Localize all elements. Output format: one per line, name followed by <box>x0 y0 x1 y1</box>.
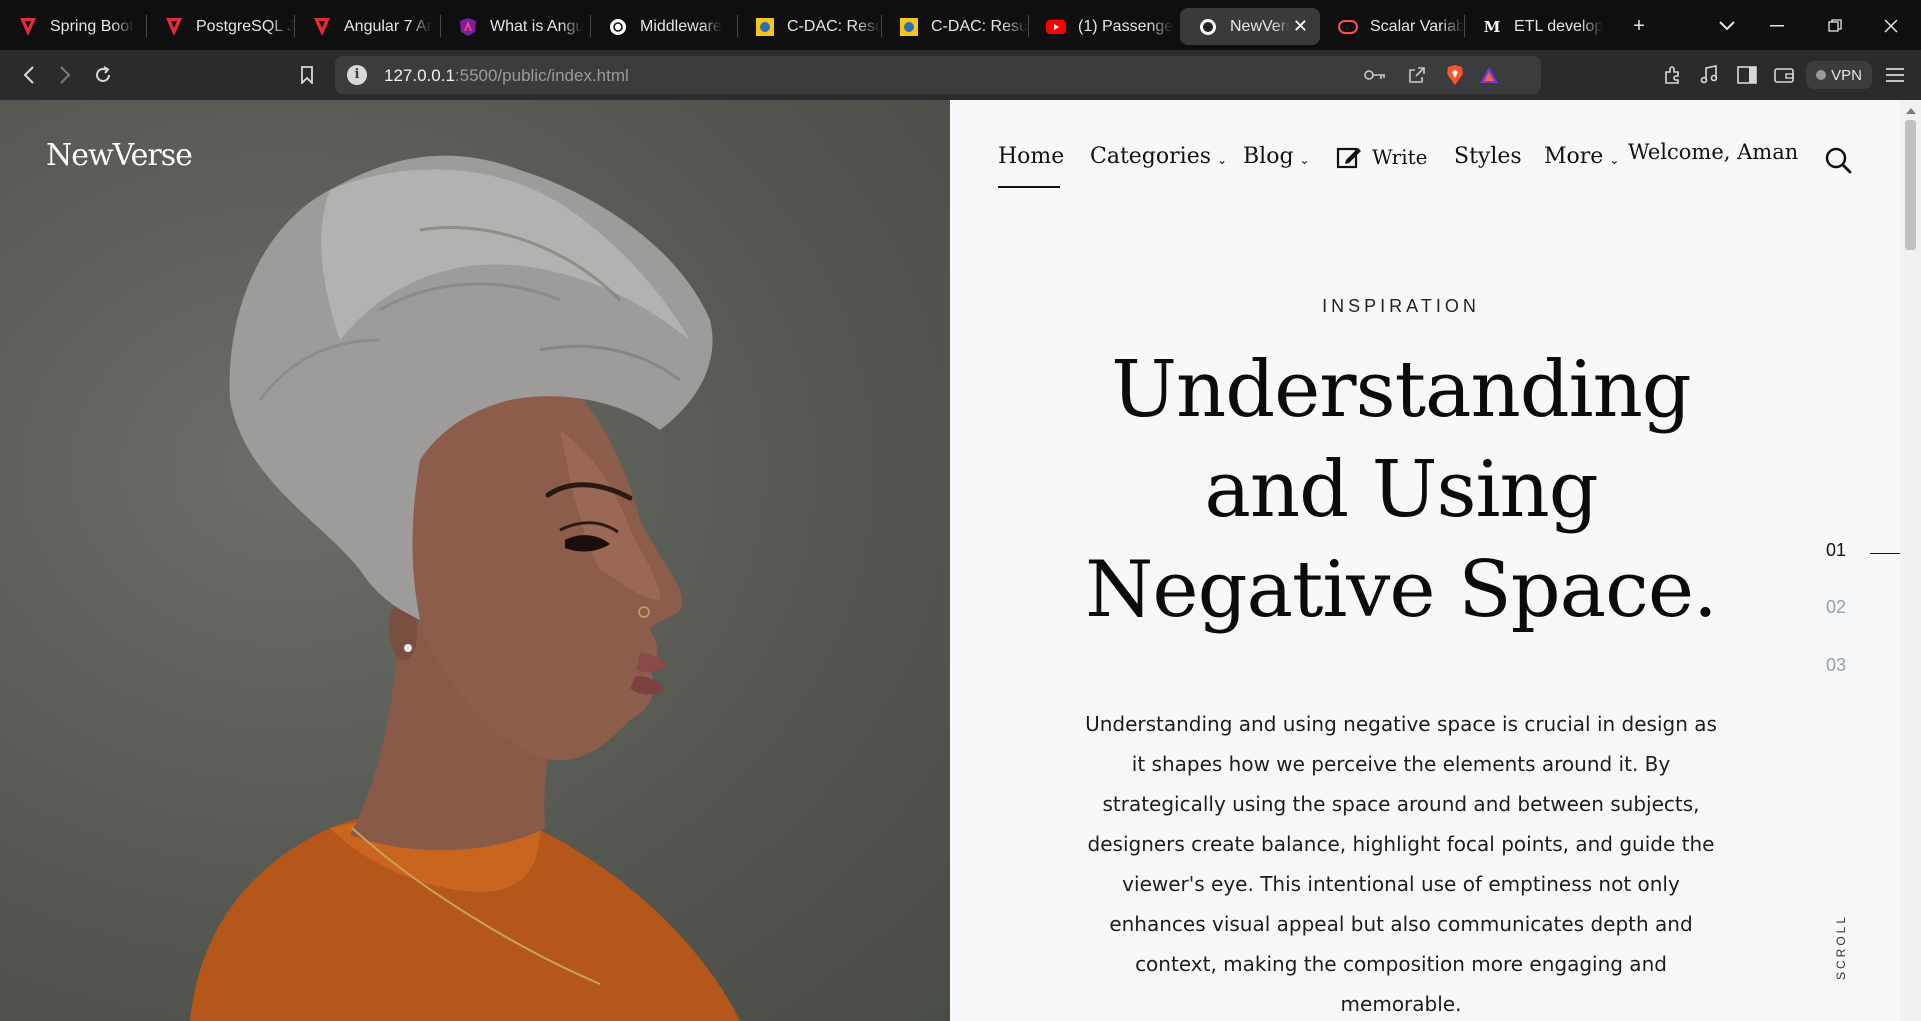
hero-image: NewVerse <box>0 100 950 1021</box>
browser-tab[interactable]: Middleware <box>590 8 737 45</box>
forward-button[interactable] <box>48 59 82 91</box>
medium-icon: M <box>1483 17 1501 36</box>
restore-button[interactable] <box>1818 10 1852 42</box>
reload-button[interactable] <box>86 59 120 91</box>
tab-title: Angular 7 Ar <box>344 17 433 35</box>
tab-title: Scalar Variab <box>1370 17 1464 35</box>
tab-title: What is Angu <box>490 17 585 35</box>
tab-title: PostgreSQL J <box>196 17 294 35</box>
browser-tab[interactable]: What is Angu <box>440 8 590 45</box>
article-excerpt: Understanding and using negative space i… <box>1085 712 1717 1016</box>
address-bar[interactable]: i 127.0.0.1:5500/public/index.html <box>335 56 1541 94</box>
search-icon[interactable] <box>1824 146 1852 174</box>
article-category: INSPIRATION <box>1322 296 1480 316</box>
browser-tab[interactable]: Scalar Variab <box>1320 8 1464 45</box>
new-tab-button[interactable]: + <box>1622 10 1656 42</box>
nav-more[interactable]: More ⌄ <box>1544 144 1619 169</box>
nav-home[interactable]: Home <box>998 144 1064 169</box>
openai-icon <box>608 17 628 37</box>
tab-title: C-DAC: Resu <box>931 17 1028 35</box>
nav-categories[interactable]: Categories ⌄ <box>1090 144 1227 169</box>
slide-indicator-1[interactable]: 01 <box>1826 540 1846 561</box>
tab-title: (1) Passenge <box>1078 17 1174 35</box>
browser-tab-strip: Spring Boot PostgreSQL J Angular 7 Ar What … <box>0 0 1921 50</box>
nav-active-underline <box>998 186 1060 188</box>
cdac-icon <box>899 17 919 37</box>
cdac-icon <box>755 17 775 37</box>
browser-tab[interactable]: NewVers ✕ <box>1180 8 1320 45</box>
browser-tab[interactable]: (1) Passenge <box>1028 8 1180 45</box>
tab-title: Spring Boot <box>50 17 134 35</box>
brave-rewards-icon[interactable] <box>1475 62 1503 88</box>
extensions-icon[interactable] <box>1656 59 1690 91</box>
nav-write[interactable]: Write <box>1336 144 1428 170</box>
media-music-icon[interactable] <box>1692 59 1726 91</box>
url-text[interactable]: 127.0.0.1:5500/public/index.html <box>384 66 629 86</box>
article-panel: Home Categories ⌄ Blog ⌄ Write Styles More… <box>950 100 1906 1021</box>
nav-blog[interactable]: Blog ⌄ <box>1243 144 1310 169</box>
sidebar-toggle-icon[interactable] <box>1730 59 1764 91</box>
share-icon[interactable] <box>1403 62 1431 88</box>
site-logo[interactable]: NewVerse <box>46 138 193 173</box>
tab-title: NewVers <box>1230 17 1290 35</box>
close-tab-icon[interactable]: ✕ <box>1293 16 1308 37</box>
newverse-icon <box>1198 17 1218 37</box>
browser-tab[interactable]: PostgreSQL J <box>146 8 294 45</box>
site-info-icon[interactable]: i <box>347 65 367 85</box>
chevron-down-icon: ⌄ <box>1217 152 1228 167</box>
article-title: Understanding and Using Negative Space. <box>1085 345 1718 635</box>
tab-title: ETL develop <box>1514 17 1604 35</box>
wallet-icon[interactable] <box>1767 59 1801 91</box>
scalar-icon <box>1338 17 1358 37</box>
browser-tab[interactable]: Spring Boot <box>0 8 146 45</box>
close-window-button[interactable] <box>1874 10 1908 42</box>
slide-indicator-3[interactable]: 03 <box>1826 655 1846 676</box>
red-v-icon <box>18 17 38 37</box>
browser-tab[interactable]: M ETL develop <box>1464 8 1618 45</box>
browser-tab[interactable]: Angular 7 Ar <box>294 8 440 45</box>
page-scrollbar[interactable] <box>1900 100 1921 1021</box>
vpn-status-icon <box>1816 70 1827 80</box>
vpn-button[interactable]: VPN <box>1806 61 1872 89</box>
red-v-icon <box>312 17 332 37</box>
edit-icon <box>1336 147 1361 169</box>
slide-indicator-2[interactable]: 02 <box>1826 597 1846 618</box>
youtube-icon <box>1046 17 1066 37</box>
angular-icon <box>458 17 478 37</box>
brave-shields-icon[interactable] <box>1441 62 1469 88</box>
browser-tab[interactable]: C-DAC: Resu <box>881 8 1028 45</box>
back-button[interactable] <box>12 59 46 91</box>
scrollbar-thumb[interactable] <box>1905 120 1916 250</box>
nav-styles[interactable]: Styles <box>1454 144 1522 169</box>
red-v-icon <box>164 17 184 37</box>
browser-toolbar: i 127.0.0.1:5500/public/index.html VPN <box>0 50 1921 100</box>
tab-title: Middleware <box>640 17 722 35</box>
minimize-button[interactable] <box>1760 10 1794 42</box>
tab-title: C-DAC: Resu <box>787 17 881 35</box>
tab-search-chevron-icon[interactable] <box>1710 10 1744 42</box>
welcome-user[interactable]: Welcome, Aman <box>1628 140 1798 164</box>
portrait-illustration <box>190 155 740 1021</box>
menu-icon[interactable] <box>1878 59 1912 91</box>
page-viewport: NewVerse Home Categories ⌄ Blog ⌄ Write St… <box>0 100 1921 1021</box>
chevron-down-icon: ⌄ <box>1609 152 1620 167</box>
scroll-up-arrow-icon[interactable] <box>1906 108 1916 114</box>
chevron-down-icon: ⌄ <box>1299 152 1310 167</box>
browser-tab[interactable]: C-DAC: Resu <box>737 8 881 45</box>
site-nav: Home Categories ⌄ Blog ⌄ Write Styles More… <box>950 100 1900 200</box>
password-key-icon[interactable] <box>1361 62 1389 88</box>
scroll-hint: SCROLL <box>1834 913 1848 980</box>
bookmark-icon[interactable] <box>290 59 324 91</box>
